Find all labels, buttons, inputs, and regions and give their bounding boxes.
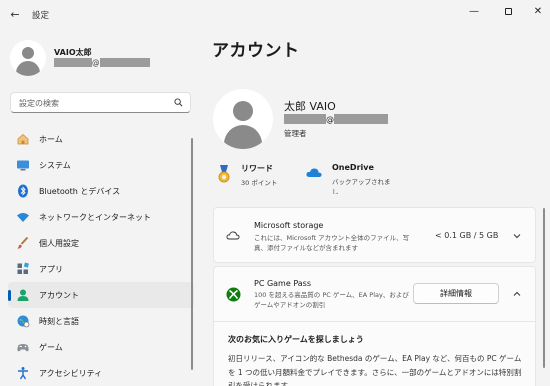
onedrive-icon[interactable]	[306, 167, 322, 178]
gamepass-expanded-body: 初日リリース、アイコン的な Bethesda のゲーム、EA Play など、何…	[228, 354, 522, 386]
search-placeholder: 設定の検索	[19, 99, 59, 108]
sidebar-item-accessibility[interactable]: アクセシビリティ	[8, 360, 194, 386]
gamepad-icon	[16, 340, 30, 354]
onedrive-title[interactable]: OneDrive	[332, 163, 374, 172]
sidebar-item-label: 個人用設定	[39, 238, 79, 248]
sidebar-item-label: システム	[39, 160, 71, 170]
rewards-points: 30 ポイント	[241, 179, 278, 187]
details-button[interactable]: 詳細情報	[413, 283, 499, 304]
avatar-head-icon	[233, 101, 253, 121]
sidebar-item-network[interactable]: ネットワークとインターネット	[8, 204, 194, 230]
bluetooth-icon	[16, 184, 30, 198]
sidebar-email: @	[54, 58, 150, 67]
globe-icon	[16, 314, 30, 328]
home-icon	[16, 132, 30, 146]
sidebar-item-bluetooth[interactable]: Bluetooth とデバイス	[8, 178, 194, 204]
storage-description: これには、Microsoft アカウント全体のファイル、写真、添付ファイルなどが…	[254, 234, 410, 252]
sidebar-nav: ホーム システム Bluetooth とデバイス ネットワークとインターネット …	[8, 126, 194, 386]
sidebar-item-system[interactable]: システム	[8, 152, 194, 178]
gamepass-title: PC Game Pass	[254, 279, 312, 288]
sidebar-item-home[interactable]: ホーム	[8, 126, 194, 152]
sidebar-scrollbar[interactable]	[191, 138, 193, 370]
gamepass-expanded-panel: 次のお気に入りゲームを探しましょう 初日リリース、アイコン的な Bethesda…	[213, 322, 536, 386]
gamepass-expanded-title: 次のお気に入りゲームを探しましょう	[228, 335, 364, 344]
sidebar-item-label: ホーム	[39, 134, 63, 144]
redacted-block	[284, 114, 326, 124]
apps-icon	[16, 262, 30, 276]
sidebar-item-personalization[interactable]: 個人用設定	[8, 230, 194, 256]
avatar-body-icon	[224, 125, 262, 149]
gamepass-description: 100 を超える高品質の PC ゲーム、EA Play、および ゲームやアドオン…	[254, 291, 409, 309]
sidebar-item-label: アカウント	[39, 290, 79, 300]
cloud-icon	[226, 231, 240, 240]
wifi-icon	[16, 210, 30, 224]
pc-game-pass-card[interactable]: PC Game Pass 100 を超える高品質の PC ゲーム、EA Play…	[213, 266, 536, 322]
chevron-down-icon[interactable]	[512, 231, 522, 241]
app-title: 設定	[32, 11, 50, 21]
storage-title: Microsoft storage	[254, 221, 324, 230]
redacted-block	[99, 58, 150, 67]
email-at-sign: @	[326, 114, 334, 124]
email-at-sign: @	[92, 58, 100, 67]
avatar-body-icon	[16, 61, 40, 76]
page-title: アカウント	[212, 41, 300, 61]
sidebar-item-accounts[interactable]: アカウント	[8, 282, 194, 308]
title-bar: ← 設定 — ✕	[0, 0, 550, 28]
sidebar-item-label: アクセシビリティ	[39, 368, 103, 378]
rewards-title[interactable]: リワード	[241, 163, 273, 174]
maximize-icon	[504, 8, 512, 15]
avatar-head-icon	[22, 47, 34, 59]
back-button[interactable]: ←	[8, 8, 22, 22]
sidebar-item-label: ゲーム	[39, 342, 63, 352]
sidebar-item-label: Bluetooth とデバイス	[39, 186, 121, 196]
main-scrollbar[interactable]	[543, 208, 545, 368]
sidebar-item-label: 時刻と言語	[39, 316, 79, 326]
profile-role: 管理者	[284, 129, 307, 138]
accessibility-icon	[16, 366, 30, 380]
onedrive-subtitle: バックアップされま し	[332, 178, 391, 194]
system-icon	[16, 158, 30, 172]
storage-usage-value: < 0.1 GB / 5 GB	[435, 231, 499, 240]
sidebar-username: VAIO太郎	[54, 48, 92, 57]
sidebar-item-label: アプリ	[39, 264, 63, 274]
maximize-button[interactable]	[500, 4, 516, 20]
sidebar-avatar[interactable]	[10, 40, 46, 76]
rewards-medal-icon[interactable]	[217, 165, 231, 185]
search-icon	[174, 98, 183, 107]
redacted-block	[54, 58, 92, 67]
sidebar-item-time-language[interactable]: 時刻と言語	[8, 308, 194, 334]
redacted-block	[334, 114, 388, 124]
profile-avatar[interactable]	[213, 89, 273, 149]
close-button[interactable]: ✕	[530, 4, 546, 20]
xbox-icon	[226, 287, 241, 302]
search-input[interactable]: 設定の検索	[10, 92, 191, 113]
sidebar-item-gaming[interactable]: ゲーム	[8, 334, 194, 360]
sidebar-item-apps[interactable]: アプリ	[8, 256, 194, 282]
chevron-up-icon[interactable]	[512, 289, 522, 299]
minimize-button[interactable]: —	[466, 4, 482, 20]
profile-email: @	[284, 114, 388, 124]
profile-name: 太郎 VAIO	[284, 100, 336, 113]
brush-icon	[16, 236, 30, 250]
account-icon	[16, 288, 30, 302]
sidebar-item-label: ネットワークとインターネット	[39, 212, 151, 222]
microsoft-storage-card[interactable]: Microsoft storage これには、Microsoft アカウント全体…	[213, 207, 536, 263]
